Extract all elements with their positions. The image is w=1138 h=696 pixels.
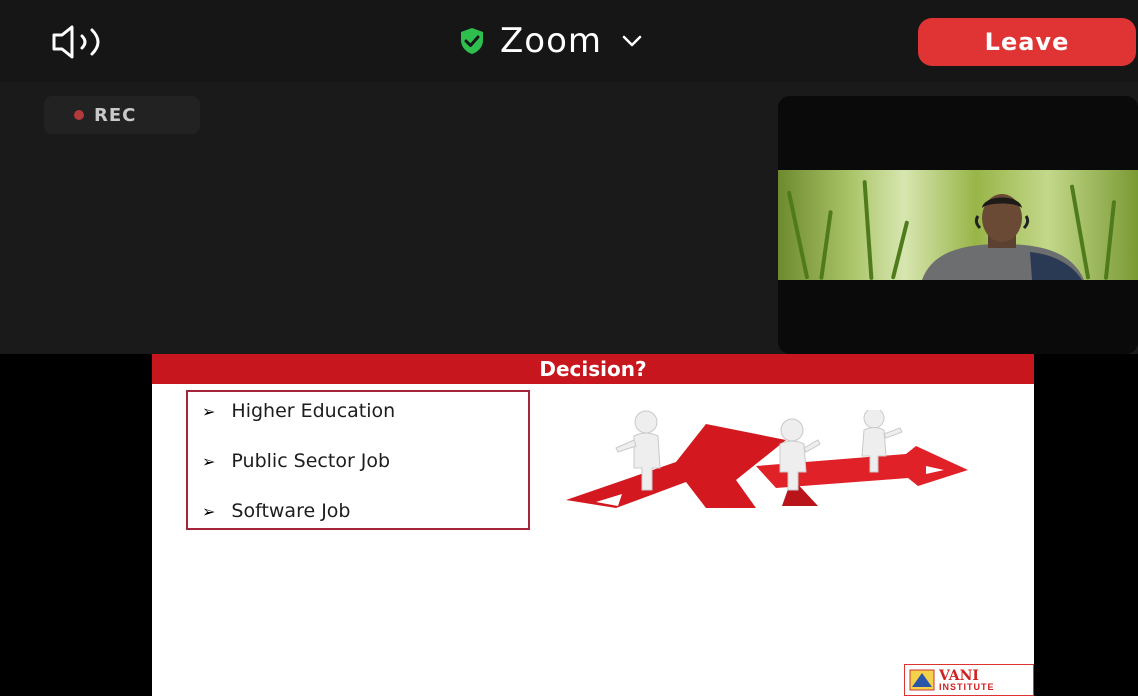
- app-title: Zoom: [500, 21, 603, 61]
- meeting-title-dropdown[interactable]: Zoom: [458, 18, 642, 64]
- list-item: ➢ Software Job: [202, 500, 351, 522]
- participant-video-feed: [778, 170, 1138, 280]
- list-item: ➢ Higher Education: [202, 400, 395, 422]
- recording-badge[interactable]: REC: [44, 96, 200, 134]
- chevron-down-icon: [622, 35, 642, 47]
- arrow-bullet-icon: ➢: [202, 401, 216, 421]
- shared-screen: Decision? ➢ Higher Education ➢ Public Se…: [0, 354, 1138, 696]
- list-item: ➢ Public Sector Job: [202, 450, 390, 472]
- decision-crossroads-illustration: [566, 410, 968, 508]
- logo-subtitle: INSTITUTE: [939, 681, 995, 692]
- speaker-icon[interactable]: [48, 24, 124, 60]
- logo-name: VANI: [939, 667, 979, 684]
- top-bar: Zoom Leave: [0, 0, 1138, 82]
- bullet-text: Higher Education: [231, 400, 396, 422]
- bullet-text: Public Sector Job: [231, 450, 391, 472]
- slide-title: Decision?: [152, 354, 1034, 384]
- recording-label: REC: [94, 104, 137, 126]
- logo-text: VANI INSTITUTE: [939, 669, 995, 692]
- leave-button[interactable]: Leave: [918, 18, 1136, 66]
- bullet-list: ➢ Higher Education ➢ Public Sector Job ➢…: [186, 390, 530, 530]
- participant-video-tile[interactable]: [778, 96, 1138, 354]
- meeting-area: REC: [0, 82, 1138, 354]
- arrow-bullet-icon: ➢: [202, 501, 216, 521]
- presentation-slide: Decision? ➢ Higher Education ➢ Public Se…: [152, 354, 1034, 696]
- participant-avatar: [922, 194, 1084, 280]
- zoom-meeting-screen: Zoom Leave REC Decision? ➢ Higher Educat…: [0, 0, 1138, 696]
- vani-institute-logo: VANI INSTITUTE: [904, 664, 1034, 696]
- record-dot-icon: [74, 110, 84, 120]
- shield-check-icon: [461, 28, 483, 54]
- logo-emblem-icon: [909, 669, 935, 691]
- bullet-text: Software Job: [231, 500, 351, 522]
- arrow-bullet-icon: ➢: [202, 451, 216, 471]
